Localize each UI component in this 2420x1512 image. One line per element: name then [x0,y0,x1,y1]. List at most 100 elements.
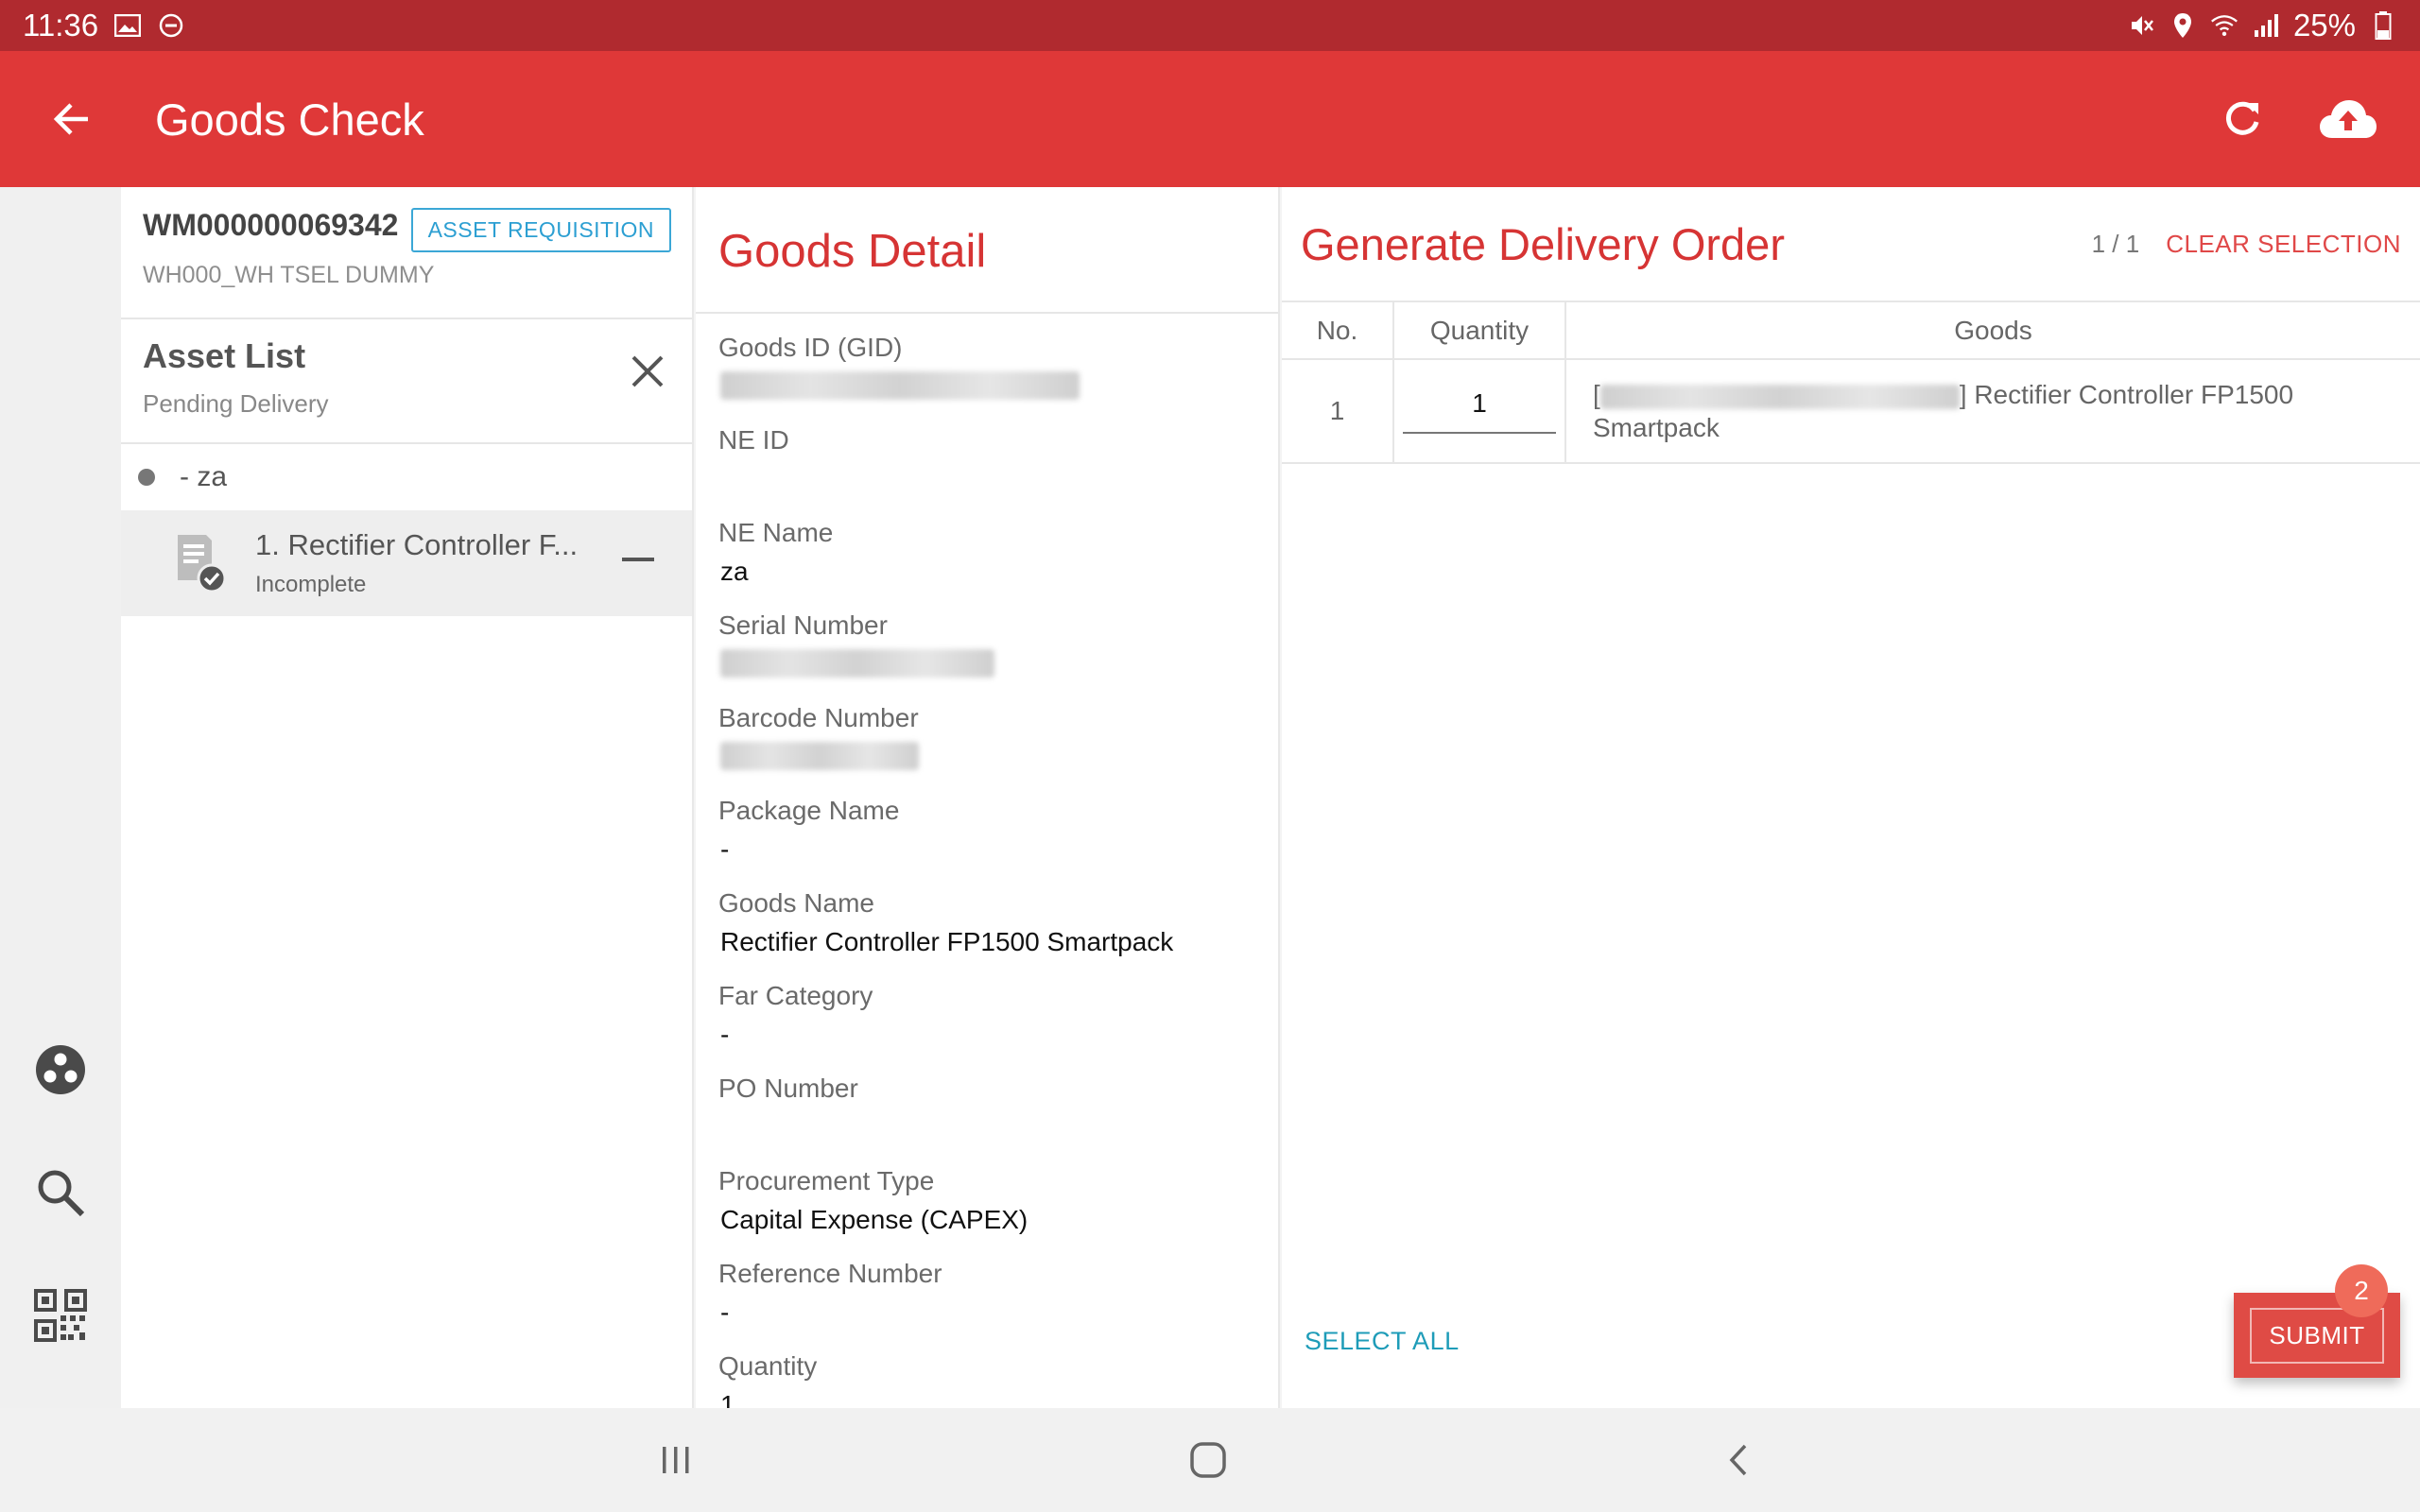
field-label: Package Name [718,796,900,825]
quantity-input[interactable]: 1 [1403,388,1556,434]
field-goods-name: Goods Name Rectifier Controller FP1500 S… [696,877,1278,970]
field-ne-name: NE Name za [696,507,1278,599]
field-label: Reference Number [718,1259,942,1288]
field-value: Capital Expense (CAPEX) [720,1205,1028,1234]
document-check-icon [174,531,227,595]
battery-icon [2369,11,2397,40]
asset-list-subtitle: Pending Delivery [143,389,329,418]
goods-detail-panel: Goods Detail Goods ID (GID) NE ID NE Nam… [696,187,1280,1408]
field-value-redacted [718,649,1255,684]
cell-quantity: 1 [1393,359,1566,464]
wifi-icon [2210,11,2238,40]
field-value [718,1112,1255,1143]
refresh-button[interactable] [2208,85,2276,153]
field-label: Procurement Type [718,1166,935,1195]
table-row[interactable]: 1 1 [] Rectifier Controller FP1500 Smart… [1282,359,2420,464]
field-label: PO Number [718,1074,858,1103]
field-value: - [720,834,730,864]
warehouse-name: WH000_WH TSEL DUMMY [143,262,435,288]
field-label: Goods Name [718,888,874,918]
asset-list-title: Asset List [143,336,306,375]
asset-list-panel: WM000000069342 ASSET REQUISITION WH000_W… [121,187,694,1408]
collapse-minus-icon[interactable] [622,558,654,561]
asset-group[interactable]: - za [121,444,692,510]
qr-code-icon [34,1289,87,1342]
field-po-number: PO Number [696,1062,1278,1155]
page-count: 1 / 1 [2091,229,2140,258]
field-serial-number: Serial Number [696,599,1278,692]
field-label: Goods ID (GID) [718,333,903,362]
delivery-order-panel: Generate Delivery Order 1 / 1 CLEAR SELE… [1282,187,2420,1408]
field-quantity: Quantity 1 [696,1340,1278,1408]
home-icon [1190,1442,1226,1478]
group-icon [36,1045,85,1094]
field-value: 1 [720,1390,735,1408]
upload-button[interactable] [2314,85,2382,153]
field-label: Serial Number [718,610,888,640]
recent-apps-icon [663,1447,689,1473]
home-button[interactable] [1175,1427,1241,1493]
field-label: Quantity [718,1351,818,1381]
list-item[interactable]: 1. Rectifier Controller F... Incomplete [121,510,692,616]
field-ne-id: NE ID [696,414,1278,507]
field-label: NE ID [718,425,789,455]
clear-selection-button[interactable]: CLEAR SELECTION [2166,230,2401,259]
signal-icon [2252,11,2280,40]
status-time: 11:36 [23,8,99,43]
field-procurement-type: Procurement Type Capital Expense (CAPEX) [696,1155,1278,1247]
field-goods-id: Goods ID (GID) [696,321,1278,414]
field-value-redacted [718,371,1255,406]
asset-list-header: Asset List Pending Delivery [121,319,692,444]
field-reference-number: Reference Number - [696,1247,1278,1340]
cloud-upload-icon [2320,100,2377,138]
field-value: - [720,1297,730,1327]
column-header-goods: Goods [1565,302,2420,360]
app-bar: Goods Check [0,51,2420,187]
cell-no: 1 [1282,359,1394,464]
column-header-quantity: Quantity [1393,302,1566,360]
field-package-name: Package Name - [696,784,1278,877]
search-button[interactable] [28,1160,93,1225]
nav-back-button[interactable] [1706,1427,1772,1493]
field-label: NE Name [718,518,834,547]
field-value: za [720,557,749,586]
goods-id-redacted [1599,384,1960,409]
mute-icon [2127,11,2155,40]
field-value-redacted [718,742,1255,777]
field-far-category: Far Category - [696,970,1278,1062]
delivery-order-table: No. Quantity Goods 1 1 [] Rectifier Cont… [1282,302,2420,464]
recent-apps-button[interactable] [643,1427,709,1493]
system-nav-bar [0,1408,2420,1512]
field-value [718,464,1255,494]
battery-percent: 25% [2292,8,2356,43]
column-header-no: No. [1282,302,1394,360]
refresh-icon [2225,101,2259,135]
cell-goods: [] Rectifier Controller FP1500 Smartpack [1565,359,2420,464]
field-barcode-number: Barcode Number [696,692,1278,784]
group-button[interactable] [28,1038,93,1102]
field-label: Far Category [718,981,873,1010]
status-bar: 11:36 25% [0,0,2420,51]
location-icon [2169,11,2197,40]
search-icon [38,1170,85,1217]
goods-bracket-open: [ [1593,380,1600,409]
requisition-header: WM000000069342 ASSET REQUISITION WH000_W… [121,187,692,319]
back-button[interactable] [0,51,142,187]
qr-scan-button[interactable] [28,1283,93,1348]
field-value: - [720,1020,730,1049]
asset-group-label: - za [180,461,228,492]
select-all-button[interactable]: SELECT ALL [1305,1327,1460,1356]
delivery-order-title: Generate Delivery Order [1301,218,1785,269]
page-title: Goods Check [155,94,424,145]
bullet-dot-icon [138,469,155,486]
close-asset-list-button[interactable] [624,348,671,395]
goods-detail-title: Goods Detail [696,187,1278,314]
field-value: Rectifier Controller FP1500 Smartpack [720,927,1174,956]
asset-item-status: Incomplete [255,572,367,597]
requisition-type-badge: ASSET REQUISITION [410,208,671,252]
field-label: Barcode Number [718,703,919,732]
do-not-disturb-icon [157,11,185,40]
submit-count-badge: 2 [2335,1264,2388,1317]
back-arrow-icon [53,103,88,135]
image-icon [113,11,142,40]
